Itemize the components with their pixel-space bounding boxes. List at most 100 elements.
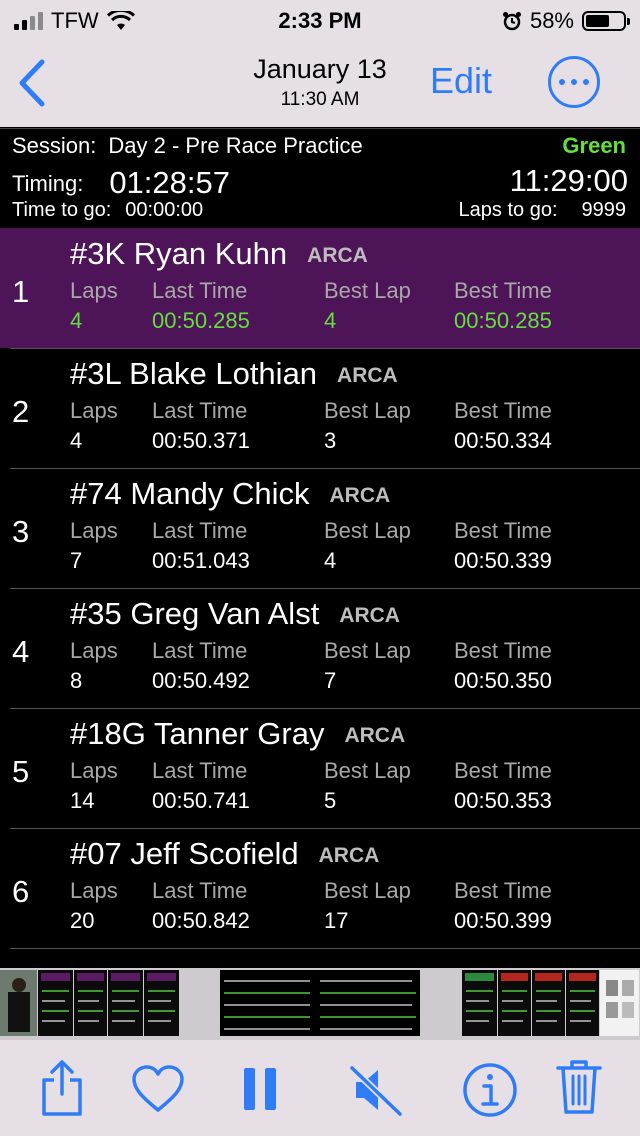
best-lap-value: 4	[324, 308, 337, 333]
nav-title: January 13 11:30 AM	[0, 54, 640, 111]
pause-icon[interactable]	[242, 1066, 278, 1112]
thumbnail[interactable]	[74, 970, 108, 1036]
driver-name: #35 Greg Van Alst	[70, 596, 320, 631]
last-time-label: Last Time	[152, 758, 248, 783]
best-time-label: Best Time	[454, 758, 552, 783]
best-lap-label: Best Lap	[324, 398, 411, 423]
driver-name: #18G Tanner Gray	[70, 716, 325, 751]
results-list: 1 #3K Ryan Kuhn ARCA Laps Last Time Best …	[0, 228, 640, 968]
row-divider	[10, 348, 640, 349]
laps-to-go-label: Laps to go:	[458, 199, 558, 221]
info-icon[interactable]	[462, 1062, 518, 1118]
thumbnail[interactable]	[38, 970, 74, 1036]
battery-percent: 58%	[529, 8, 574, 33]
best-time-label: Best Time	[454, 878, 552, 903]
row-divider	[10, 828, 640, 829]
result-row: 5 #18G Tanner Gray ARCA Laps Last Time Be…	[0, 708, 640, 828]
result-row-partial	[0, 948, 640, 968]
laps-label: Laps	[70, 398, 118, 423]
laps-value: 4	[70, 428, 83, 453]
position: 2	[12, 394, 30, 429]
battery-icon	[582, 11, 630, 31]
last-time-label: Last Time	[152, 278, 248, 303]
driver-name: #07 Jeff Scofield	[70, 836, 299, 871]
thumbnail[interactable]	[0, 970, 38, 1036]
share-icon[interactable]	[36, 1058, 88, 1118]
best-time-value: 00:50.399	[454, 908, 552, 933]
thumbnail[interactable]	[462, 970, 498, 1036]
result-row: 3 #74 Mandy Chick ARCA Laps Last Time Bes…	[0, 468, 640, 588]
series-badge: ARCA	[344, 724, 406, 747]
series-badge: ARCA	[318, 844, 380, 867]
driver-name: #3K Ryan Kuhn	[70, 236, 288, 271]
thumbnail-strip[interactable]	[0, 968, 640, 1040]
laps-label: Laps	[70, 518, 118, 543]
ellipsis-circle-icon[interactable]	[548, 56, 600, 108]
timing-label: Timing:	[12, 171, 84, 196]
series-badge: ARCA	[337, 364, 398, 387]
best-time-value: 00:50.339	[454, 548, 552, 573]
last-time-label: Last Time	[152, 398, 248, 423]
best-time-value: 00:50.353	[454, 788, 552, 813]
best-lap-value: 5	[324, 788, 337, 813]
result-row: 4 #35 Greg Van Alst ARCA Laps Last Time B…	[0, 588, 640, 708]
best-lap-value: 17	[324, 908, 349, 933]
best-time-value: 00:50.334	[454, 428, 552, 453]
speaker-muted-icon[interactable]	[348, 1064, 404, 1116]
last-time-value: 00:50.842	[152, 908, 250, 933]
bottom-toolbar	[0, 1040, 640, 1136]
timing-value: 01:28:57	[109, 165, 230, 200]
best-lap-value: 3	[324, 428, 337, 453]
laps-value: 20	[70, 908, 95, 933]
heart-icon[interactable]	[130, 1064, 186, 1114]
photo-date: January 13	[253, 54, 387, 84]
thumbnail[interactable]	[600, 970, 640, 1036]
last-time-value: 00:50.741	[152, 788, 250, 813]
driver-name: #74 Mandy Chick	[70, 476, 310, 511]
row-divider	[10, 468, 640, 469]
alarm-icon	[502, 12, 521, 31]
thumbnail[interactable]	[532, 970, 566, 1036]
last-time-label: Last Time	[152, 518, 248, 543]
result-row: 2 #3L Blake Lothian ARCA Laps Last Time B…	[0, 348, 640, 468]
best-time-label: Best Time	[454, 398, 552, 423]
flag-status: Green	[562, 133, 626, 158]
best-lap-label: Best Lap	[324, 518, 411, 543]
nav-bar: January 13 11:30 AM Edit	[0, 44, 640, 127]
session-label: Session:	[12, 133, 97, 158]
thumbnail[interactable]	[498, 970, 532, 1036]
laps-label: Laps	[70, 758, 118, 783]
trash-icon[interactable]	[554, 1056, 604, 1116]
position: 1	[12, 274, 30, 309]
thumbnail[interactable]	[566, 970, 600, 1036]
result-row: 1 #3K Ryan Kuhn ARCA Laps Last Time Best …	[0, 228, 640, 348]
thumbnail[interactable]	[144, 970, 180, 1036]
status-bar: TFW 2:33 PM 58%	[0, 0, 640, 40]
edit-button[interactable]: Edit	[430, 60, 492, 102]
best-time-value: 00:50.285	[454, 308, 552, 333]
last-time-value: 00:50.285	[152, 308, 250, 333]
position: 4	[12, 634, 30, 669]
session-name: Day 2 - Pre Race Practice	[108, 133, 363, 158]
laps-to-go-value: 9999	[581, 199, 627, 221]
laps-label: Laps	[70, 878, 118, 903]
series-badge: ARCA	[339, 604, 400, 627]
time-to-go-label: Time to go:	[12, 199, 112, 221]
best-lap-value: 4	[324, 548, 337, 573]
session-header: Session: Day 2 - Pre Race Practice Green …	[0, 128, 640, 228]
series-badge: ARCA	[307, 244, 368, 267]
best-lap-label: Best Lap	[324, 758, 411, 783]
last-time-label: Last Time	[152, 638, 248, 663]
laps-label: Laps	[70, 638, 118, 663]
thumbnail[interactable]	[108, 970, 144, 1036]
result-row: 6 #07 Jeff Scofield ARCA Laps Last Time B…	[0, 828, 640, 948]
last-time-label: Last Time	[152, 878, 248, 903]
last-time-value: 00:50.371	[152, 428, 250, 453]
top-bar: TFW 2:33 PM 58% January 13 11:30 AM Edit	[0, 0, 640, 127]
photo-time: 11:30 AM	[280, 89, 360, 110]
position: 6	[12, 874, 30, 909]
thumbnail-current[interactable]	[220, 970, 420, 1036]
best-time-label: Best Time	[454, 278, 552, 303]
last-time-value: 00:50.492	[152, 668, 250, 693]
best-lap-label: Best Lap	[324, 878, 411, 903]
